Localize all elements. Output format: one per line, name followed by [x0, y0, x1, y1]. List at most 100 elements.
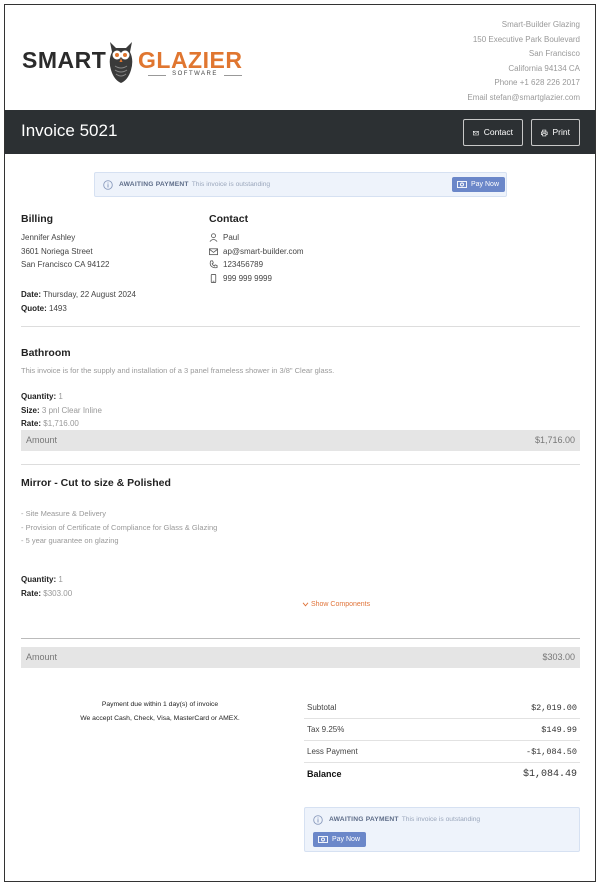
payment-label: Less Payment: [307, 747, 358, 756]
show-components-toggle[interactable]: Show Components: [302, 601, 370, 608]
subtotal-row: Subtotal $2,019.00: [304, 697, 580, 719]
company-address1: 150 Executive Park Boulevard: [472, 34, 580, 44]
rate-value: $1,716.00: [43, 419, 79, 428]
company-address: Smart-Builder Glazing 150 Executive Park…: [467, 18, 580, 106]
company-city: San Francisco: [528, 49, 580, 59]
description-line: - Site Measure & Delivery: [21, 509, 107, 518]
invoice-page: SMART GLAZIER SOFTWARE Smart-Builder Gla…: [4, 4, 596, 882]
balance-label: Balance: [307, 769, 342, 779]
invoice-title-bar: Invoice 5021 Contact Print: [5, 110, 595, 154]
company-name: Smart-Builder Glazing: [501, 20, 580, 29]
line-item-amount-row: Amount $1,716.00: [21, 430, 580, 451]
cash-icon: [457, 181, 467, 188]
mobile-icon: [210, 273, 217, 283]
company-logo: SMART GLAZIER SOFTWARE: [22, 38, 242, 88]
company-phone: Phone +1 628 226 2017: [494, 78, 580, 88]
print-button[interactable]: Print: [531, 119, 580, 146]
printer-icon: [541, 129, 548, 136]
subtotal-value: $2,019.00: [531, 703, 577, 713]
size-label: Size:: [21, 405, 40, 415]
quantity-value: 1: [58, 392, 63, 401]
quote-number: 1493: [49, 303, 67, 313]
info-icon: [103, 180, 113, 190]
date-label: Date:: [21, 290, 42, 299]
tax-row: Tax 9.25% $149.99: [304, 719, 580, 741]
line-item-details: Quantity: 1 Rate: $303.00: [21, 573, 72, 600]
payment-status-text: AWAITING PAYMENT: [119, 181, 189, 188]
subtotal-label: Subtotal: [307, 703, 337, 712]
quantity-label: Quantity:: [21, 575, 57, 584]
pay-now-button-top[interactable]: Pay Now: [452, 177, 506, 192]
print-button-label: Print: [552, 127, 570, 137]
cash-icon: [318, 836, 328, 843]
line-item-amount-row: Amount $303.00: [21, 647, 580, 668]
contact-button[interactable]: Contact: [463, 119, 523, 146]
info-icon: [313, 815, 323, 825]
company-state-zip: California 94134 CA: [508, 63, 580, 73]
amount-value: $1,716.00: [534, 435, 575, 445]
owl-logo-icon: [109, 42, 133, 83]
amount-label: Amount: [26, 652, 58, 662]
contact-phone[interactable]: 123456789: [223, 258, 263, 272]
line-item-title: Mirror - Cut to size & Polished: [21, 477, 171, 489]
logo-smart-text: SMART: [22, 47, 107, 73]
rate-label: Rate:: [21, 588, 42, 598]
size-value: 3 pnl Clear Inline: [41, 405, 102, 415]
line-item-description: - Site Measure & Delivery - Provision of…: [21, 507, 217, 548]
logo-glazier-text: GLAZIER: [138, 47, 243, 73]
line-item-description: This invoice is for the supply and insta…: [21, 366, 335, 375]
chevron-down-icon: [302, 602, 309, 607]
invoice-meta: Date: Thursday, 22 August 2024 Quote: 14…: [21, 288, 136, 315]
payment-status-message: This invoice is outstanding: [401, 816, 481, 823]
payment-status-banner-top: AWAITING PAYMENT This invoice is outstand…: [94, 172, 507, 197]
envelope-icon: [209, 248, 218, 255]
invoice-date: Thursday, 22 August 2024: [43, 290, 136, 299]
quantity-value: 1: [58, 575, 63, 584]
payment-terms: Payment due within 1 day(s) of invoice W…: [65, 698, 255, 726]
envelope-icon: [473, 130, 479, 135]
quote-label: Quote:: [21, 303, 47, 313]
contact-button-label: Contact: [483, 127, 513, 137]
payment-status-text: AWAITING PAYMENT: [329, 816, 399, 823]
billing-city: San Francisco CA 94122: [21, 260, 110, 269]
totals-table: Subtotal $2,019.00 Tax 9.25% $149.99 Les…: [304, 697, 580, 785]
rate-value: $303.00: [43, 588, 73, 598]
contact-email[interactable]: ap@smart-builder.com: [223, 245, 304, 259]
payment-status: AWAITING PAYMENT This invoice is outstand…: [119, 181, 270, 188]
phone-icon: [209, 260, 218, 269]
line-item-details: Quantity: 1 Size: 3 pnl Clear Inline Rat…: [21, 390, 102, 431]
balance-value: $1,084.49: [522, 769, 577, 780]
pay-now-label: Pay Now: [332, 836, 361, 843]
rate-label: Rate:: [21, 419, 42, 428]
section-divider: [21, 638, 580, 639]
contact-heading: Contact: [209, 213, 249, 225]
payment-value: -$1,084.50: [525, 747, 577, 757]
line-item-title: Bathroom: [21, 347, 71, 359]
contact-mobile[interactable]: 999 999 9999: [223, 272, 272, 286]
invoice-title: Invoice 5021: [21, 121, 118, 140]
pay-now-button-bottom[interactable]: Pay Now: [313, 832, 367, 847]
tax-value: $149.99: [541, 725, 577, 735]
company-email: Email stefan@smartglazier.com: [467, 92, 580, 102]
contact-details: Paul ap@smart-builder.com 123456789 999 …: [209, 231, 304, 285]
payment-status-message: This invoice is outstanding: [191, 181, 271, 188]
logo-software-text: SOFTWARE: [148, 71, 242, 77]
billing-name: Jennifer Ashley: [21, 233, 76, 242]
show-components-label: Show Components: [310, 601, 371, 608]
amount-value: $303.00: [542, 652, 575, 662]
billing-street: 3601 Noriega Street: [21, 246, 93, 256]
section-divider: [21, 326, 580, 327]
payment-status: AWAITING PAYMENT This invoice is outstand…: [329, 816, 480, 823]
description-line: - 5 year guarantee on glazing: [21, 536, 119, 545]
terms-line: We accept Cash, Check, Visa, MasterCard …: [80, 715, 240, 722]
billing-address: Jennifer Ashley 3601 Noriega Street San …: [21, 231, 110, 272]
billing-heading: Billing: [21, 213, 54, 225]
payment-row: Less Payment -$1,084.50: [304, 741, 580, 763]
balance-row: Balance $1,084.49: [304, 763, 580, 785]
description-line: - Provision of Certificate of Compliance…: [21, 522, 218, 532]
amount-label: Amount: [26, 435, 58, 445]
section-divider: [21, 464, 580, 465]
tax-label: Tax 9.25%: [307, 725, 345, 734]
user-icon: [209, 233, 218, 243]
contact-person: Paul: [223, 233, 240, 242]
